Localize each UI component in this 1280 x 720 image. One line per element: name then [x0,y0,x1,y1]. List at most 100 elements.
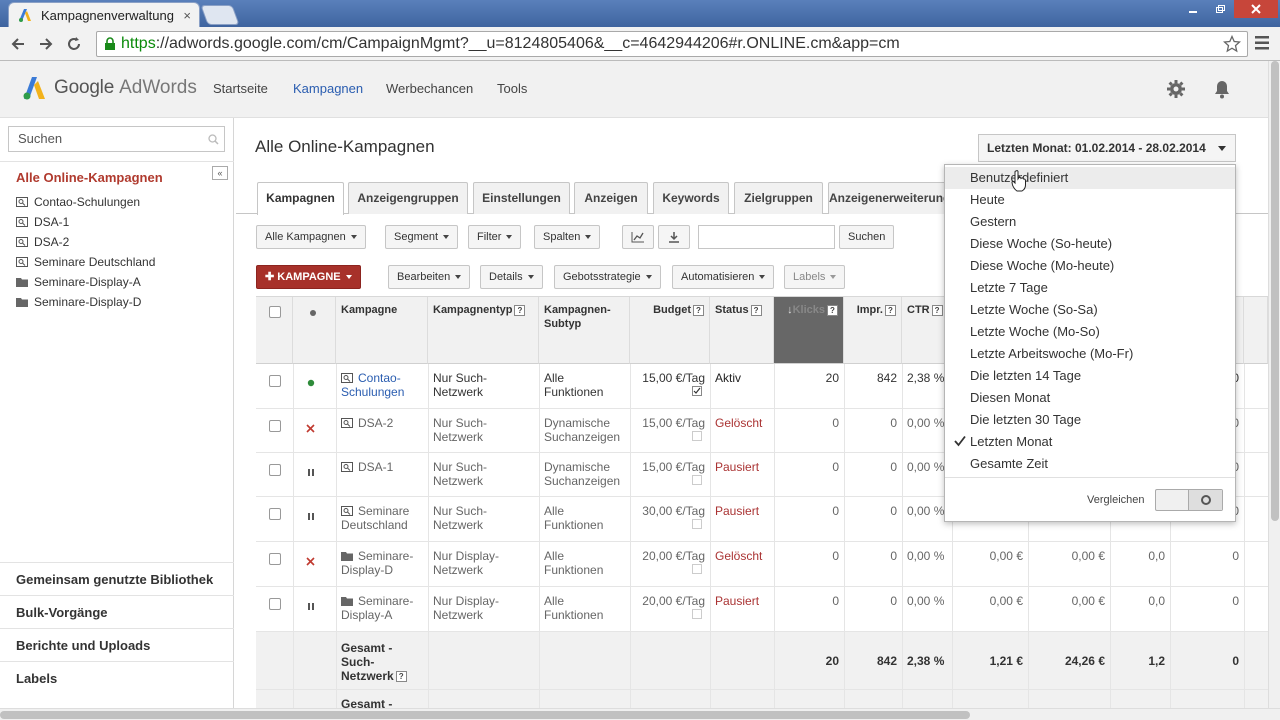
date-option-this-week-sun[interactable]: Diese Woche (So-heute) [945,233,1235,255]
help-icon[interactable]: ? [931,304,943,316]
header-campaign-subtype[interactable]: Kampagnen-Subtyp [539,297,630,364]
nav-werbechancen[interactable]: Werbechancen [386,81,473,96]
all-campaigns-filter-button[interactable]: Alle Kampagnen [256,225,366,249]
window-restore-button[interactable] [1207,0,1233,18]
header-campaign-type[interactable]: Kampagnentyp? [428,297,539,364]
sidebar-campaign-dsa-1[interactable]: DSA-1 [16,215,69,229]
date-option-last-month[interactable]: Letzten Monat [945,431,1235,453]
automate-button[interactable]: Automatisieren [672,265,775,289]
bid-strategy-button[interactable]: Gebotsstrategie [554,265,661,289]
date-option-last-week-mon-sun[interactable]: Letzte Woche (Mo-So) [945,321,1235,343]
sidebar-campaign-dsa-2[interactable]: DSA-2 [16,235,69,249]
compare-toggle[interactable] [1155,489,1223,511]
date-option-this-week-mon[interactable]: Diese Woche (Mo-heute) [945,255,1235,277]
table-search-button[interactable]: Suchen [839,225,895,249]
date-option-last-7-days[interactable]: Letzte 7 Tage [945,277,1235,299]
sidebar-search-input[interactable]: Suchen [8,126,225,152]
campaign-name-link[interactable]: Contao-Schulungen [336,364,428,406]
pause-icon[interactable] [307,512,315,521]
tab-kampagnen[interactable]: Kampagnen [257,182,344,215]
pause-icon[interactable] [307,602,315,611]
sidebar-labels[interactable]: Labels [0,661,234,694]
columns-button[interactable]: Spalten [534,225,601,249]
sidebar-campaign-seminare-display-d[interactable]: Seminare-Display-D [16,295,141,309]
header-campaign[interactable]: Kampagne [336,297,428,364]
campaign-name-link[interactable]: DSA-2 [336,409,428,437]
date-option-last-business-week[interactable]: Letzte Arbeitswoche (Mo-Fr) [945,343,1235,365]
edit-button[interactable]: Bearbeiten [388,265,471,289]
horizontal-scrollbar-thumb[interactable] [0,711,970,719]
sidebar-collapse-button[interactable]: « [212,166,228,180]
sidebar-all-campaigns[interactable]: Alle Online-Kampagnen [16,170,163,185]
table-search-input[interactable] [698,225,835,249]
labels-button[interactable]: Labels [784,265,846,289]
nav-tools[interactable]: Tools [497,81,527,96]
new-tab-button[interactable] [200,5,240,25]
campaign-status[interactable]: Gelöscht [710,542,774,570]
red-x-icon[interactable] [306,557,315,566]
header-budget[interactable]: Budget? [630,297,710,364]
address-bar[interactable]: https://adwords.google.com/cm/CampaignMg… [96,31,1248,57]
header-col-8[interactable] [1244,297,1268,364]
row-checkbox[interactable] [269,375,281,387]
adwords-logo[interactable]: Google AdWords [22,75,197,101]
help-icon[interactable]: ? [514,304,526,316]
reload-button[interactable] [62,32,86,56]
campaign-status[interactable]: Pausiert [710,497,774,525]
sidebar-campaign-contao-schulungen[interactable]: Contao-Schulungen [16,195,140,209]
vertical-scrollbar[interactable] [1268,61,1280,708]
browser-menu-icon[interactable] [1254,34,1270,52]
filter-button[interactable]: Filter [468,225,522,249]
segment-button[interactable]: Segment [385,225,459,249]
bookmark-star-icon[interactable] [1223,35,1241,53]
tab-anzeigengruppen[interactable]: Anzeigengruppen [348,182,468,214]
green-dot-icon[interactable] [307,379,315,387]
gear-icon[interactable] [1166,79,1186,99]
help-icon[interactable]: ? [693,304,704,316]
help-icon[interactable]: ? [750,304,762,316]
red-x-icon[interactable] [306,424,315,433]
tab-keywords[interactable]: Keywords [653,182,729,214]
campaign-status[interactable]: Pausiert [710,453,774,481]
pause-icon[interactable] [307,468,315,477]
forward-button[interactable] [34,32,58,56]
header-impressions[interactable]: Impr.? [844,297,902,364]
download-button[interactable] [658,225,690,249]
tab-zielgruppen[interactable]: Zielgruppen [734,182,823,214]
date-option-last-14-days[interactable]: Die letzten 14 Tage [945,365,1235,387]
campaign-status[interactable]: Gelöscht [710,409,774,437]
select-all-checkbox[interactable] [269,306,281,318]
row-checkbox[interactable] [269,508,281,520]
row-checkbox[interactable] [269,464,281,476]
date-range-selector[interactable]: Letzten Monat: 01.02.2014 - 28.02.2014 [978,134,1236,162]
date-option-custom[interactable]: Benutzerdefiniert [945,167,1235,189]
chart-toggle-button[interactable] [622,225,654,249]
campaign-status[interactable]: Aktiv [710,364,774,392]
tab-anzeigen[interactable]: Anzeigen [574,182,648,214]
new-campaign-button[interactable]: ✚ KAMPAGNE [256,265,361,289]
row-checkbox[interactable] [269,553,281,565]
nav-startseite[interactable]: Startseite [213,81,268,96]
header-clicks[interactable]: ↓Klicks? [774,297,844,364]
sidebar-reports-uploads[interactable]: Berichte und Uploads [0,628,234,661]
browser-tab[interactable]: Kampagnenverwaltung × [8,2,200,27]
date-option-yesterday[interactable]: Gestern [945,211,1235,233]
horizontal-scrollbar[interactable] [0,708,1280,720]
nav-kampagnen[interactable]: Kampagnen [293,81,363,96]
bell-icon[interactable] [1213,79,1231,99]
window-close-button[interactable] [1234,0,1278,18]
back-button[interactable] [6,32,30,56]
campaign-name-link[interactable]: Seminare-Display-D [336,542,428,584]
tab-close-icon[interactable]: × [183,8,191,23]
date-option-last-30-days[interactable]: Die letzten 30 Tage [945,409,1235,431]
sidebar-shared-library[interactable]: Gemeinsam genutzte Bibliothek [0,562,234,595]
sidebar-campaign-seminare-deutschland[interactable]: Seminare Deutschland [16,255,155,269]
window-minimize-button[interactable] [1180,0,1206,18]
campaign-status[interactable]: Pausiert [710,587,774,615]
help-icon[interactable]: ? [395,671,407,683]
details-button[interactable]: Details [480,265,543,289]
tab-anzeigenerweiterungen[interactable]: Anzeigenerweiterungen [828,182,946,214]
table-row[interactable]: Seminare-Display-D Nur Display-Netzwerk … [256,542,1268,587]
campaign-name-link[interactable]: Seminare Deutschland [336,497,428,539]
campaign-name-link[interactable]: DSA-1 [336,453,428,481]
